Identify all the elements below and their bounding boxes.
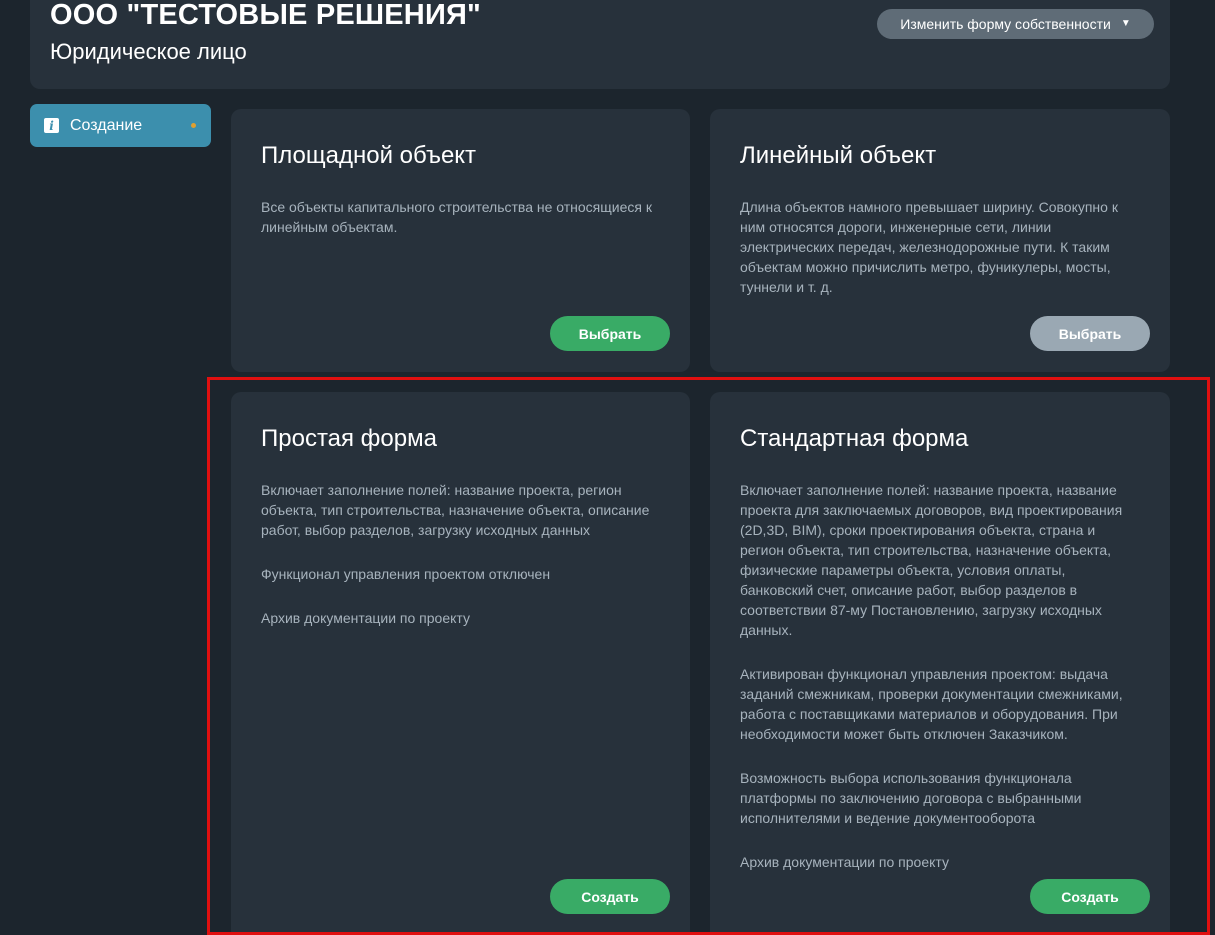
card-area-object: Площадной объект Все объекты капитальног… (231, 109, 690, 372)
card-paragraph: Активирован функционал управления проект… (740, 666, 1123, 742)
card-description: Включает заполнение полей: название прое… (261, 480, 660, 652)
card-title: Линейный объект (740, 142, 937, 169)
card-paragraph: Архив документации по проекту (261, 610, 470, 626)
change-ownership-label: Изменить форму собственности (900, 16, 1111, 32)
card-paragraph: Включает заполнение полей: название прое… (261, 482, 650, 538)
card-simple-form: Простая форма Включает заполнение полей:… (231, 392, 690, 935)
create-simple-form-button[interactable]: Создать (550, 879, 670, 914)
select-linear-object-button[interactable]: Выбрать (1030, 316, 1150, 351)
card-paragraph: Возможность выбора использования функцио… (740, 770, 1082, 826)
header-panel: ООО "ТЕСТОВЫЕ РЕШЕНИЯ" Юридическое лицо … (30, 0, 1170, 89)
page: ООО "ТЕСТОВЫЕ РЕШЕНИЯ" Юридическое лицо … (0, 0, 1215, 935)
caret-down-icon: ▼ (1120, 18, 1131, 29)
card-paragraph: Включает заполнение полей: название прое… (740, 482, 1123, 638)
select-area-object-button[interactable]: Выбрать (550, 316, 670, 351)
card-paragraph: Архив документации по проекту (740, 854, 949, 870)
card-title: Простая форма (261, 425, 437, 452)
card-paragraph: Все объекты капитального строительства н… (261, 199, 652, 235)
card-title: Площадной объект (261, 142, 477, 169)
card-description: Длина объектов намного превышает ширину.… (740, 197, 1140, 321)
card-description: Включает заполнение полей: название прое… (740, 480, 1140, 896)
sidebar-item-create[interactable]: i Создание (30, 104, 211, 147)
card-paragraph: Функционал управления проектом отключен (261, 566, 551, 582)
change-ownership-button[interactable]: Изменить форму собственности ▼ (877, 9, 1154, 39)
card-linear-object: Линейный объект Длина объектов намного п… (710, 109, 1170, 372)
company-name: ООО "ТЕСТОВЫЕ РЕШЕНИЯ" (50, 0, 481, 31)
card-standard-form: Стандартная форма Включает заполнение по… (710, 392, 1170, 935)
entity-type: Юридическое лицо (50, 39, 247, 64)
info-icon: i (44, 118, 59, 133)
status-dot (191, 123, 196, 128)
sidebar-item-label: Создание (70, 116, 143, 134)
create-standard-form-button[interactable]: Создать (1030, 879, 1150, 914)
card-title: Стандартная форма (740, 425, 969, 452)
card-description: Все объекты капитального строительства н… (261, 197, 660, 261)
card-paragraph: Длина объектов намного превышает ширину.… (740, 199, 1118, 295)
